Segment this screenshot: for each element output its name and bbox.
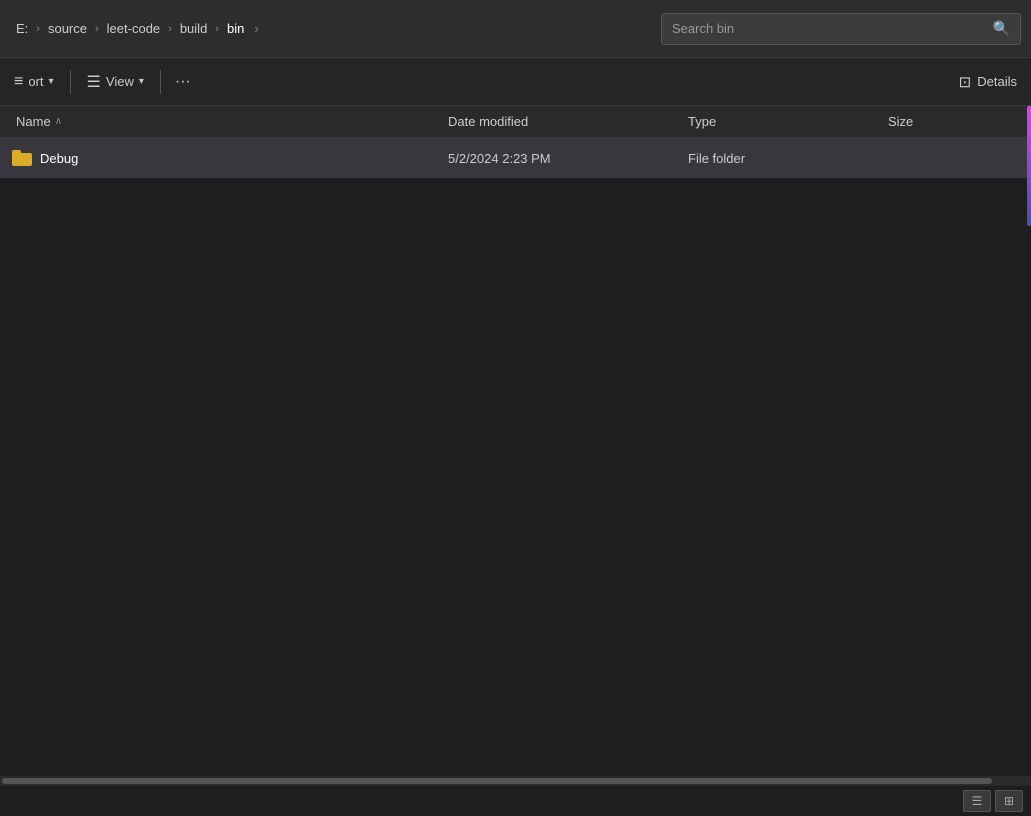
list-view-icon: ☰ — [972, 794, 983, 808]
file-list: Debug 5/2/2024 2:23 PM File folder — [0, 138, 1031, 776]
list-view-button[interactable]: ☰ — [963, 790, 991, 812]
col-header-type[interactable]: Type — [680, 114, 880, 129]
file-type-cell: File folder — [680, 151, 880, 166]
sort-button[interactable]: ≡ ort ▾ — [4, 68, 64, 96]
breadcrumb-source[interactable]: source — [42, 17, 93, 40]
toolbar-bar: ≡ ort ▾ ☰ View ▾ ··· ⊡ Details — [0, 58, 1031, 106]
column-header: Name ∧ Date modified Type Size — [0, 106, 1031, 138]
breadcrumb-leet-code[interactable]: leet-code — [101, 17, 166, 40]
toolbar-separator — [70, 70, 71, 94]
view-arrow-icon: ▾ — [139, 76, 144, 87]
chevron-icon-2: › — [166, 23, 174, 35]
details-button[interactable]: ⊡ Details — [949, 68, 1027, 96]
col-header-size[interactable]: Size — [880, 114, 1031, 129]
chevron-icon-1: › — [93, 23, 101, 35]
accent-bar — [1027, 106, 1031, 226]
sort-icon: ≡ — [14, 73, 23, 91]
scrollbar-thumb[interactable] — [2, 778, 992, 784]
chevron-icon-3: › — [213, 23, 221, 35]
grid-view-button[interactable]: ⊞ — [995, 790, 1023, 812]
folder-icon — [12, 150, 32, 166]
file-date-cell: 5/2/2024 2:23 PM — [440, 151, 680, 166]
main-content: Name ∧ Date modified Type Size Debug 5/2… — [0, 106, 1031, 776]
search-icon: 🔍 — [993, 20, 1010, 37]
breadcrumb-bin[interactable]: bin — [221, 17, 250, 40]
col-sort-arrow-icon: ∧ — [55, 116, 62, 127]
more-options-button[interactable]: ··· — [167, 68, 199, 96]
search-input[interactable] — [672, 21, 985, 36]
search-box[interactable]: 🔍 — [661, 13, 1021, 45]
col-header-date[interactable]: Date modified — [440, 114, 680, 129]
breadcrumb-build[interactable]: build — [174, 17, 213, 40]
table-row[interactable]: Debug 5/2/2024 2:23 PM File folder — [0, 138, 1031, 178]
expand-arrow-icon: › — [250, 17, 262, 40]
details-icon: ⊡ — [959, 73, 972, 91]
breadcrumb-bar: E: › source › leet-code › build › bin › … — [0, 0, 1031, 58]
grid-view-icon: ⊞ — [1004, 794, 1014, 808]
file-name-cell: Debug — [0, 150, 440, 166]
bottom-bar: ☰ ⊞ — [0, 786, 1031, 816]
view-button[interactable]: ☰ View ▾ — [77, 67, 154, 97]
sort-arrow-icon: ▾ — [49, 76, 54, 87]
col-header-name[interactable]: Name ∧ — [0, 114, 440, 129]
toolbar-separator-2 — [160, 70, 161, 94]
horizontal-scrollbar[interactable] — [0, 776, 1031, 786]
chevron-icon-0: › — [34, 23, 42, 35]
breadcrumb-drive[interactable]: E: — [10, 17, 34, 40]
view-icon: ☰ — [87, 72, 101, 92]
